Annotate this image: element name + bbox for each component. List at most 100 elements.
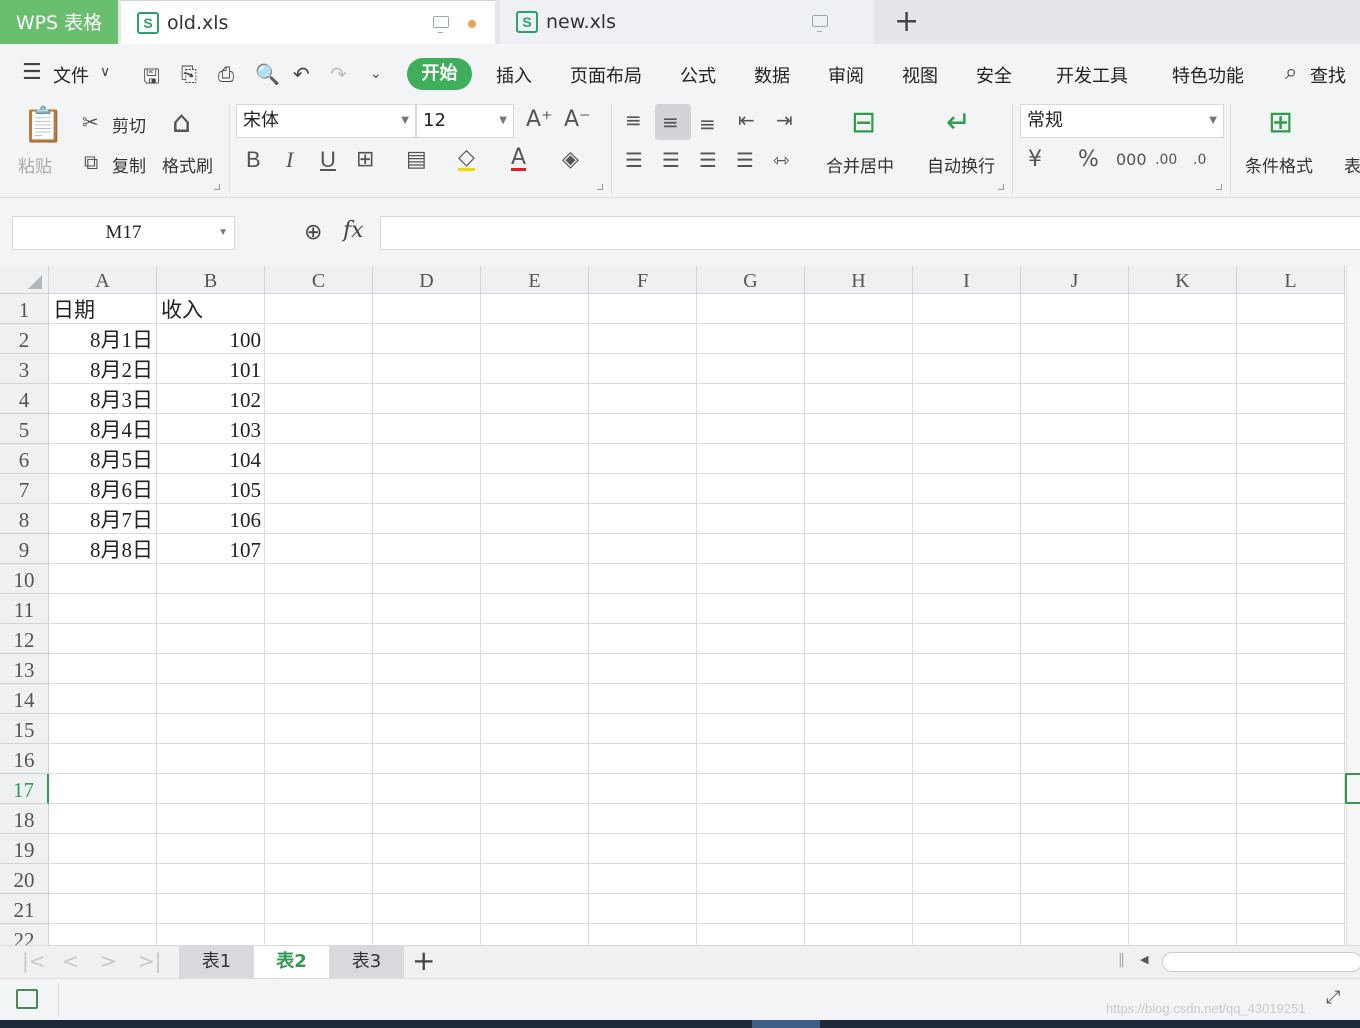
menu-start[interactable]: 开始 <box>407 58 472 90</box>
monitor-icon[interactable] <box>812 15 828 32</box>
row-header-2[interactable]: 2 <box>0 324 49 354</box>
fill-color-icon[interactable]: ◇ <box>458 147 475 171</box>
row-header-6[interactable]: 6 <box>0 444 49 474</box>
font-color-icon[interactable]: A <box>511 147 527 171</box>
currency-icon[interactable]: ¥ <box>1028 149 1042 171</box>
align-right-icon[interactable]: ☰ <box>699 150 717 170</box>
column-header-l[interactable]: L <box>1237 266 1345 294</box>
first-sheet-icon[interactable]: |< <box>22 949 46 973</box>
decrease-indent-icon[interactable]: ⇤ <box>738 110 755 130</box>
dialog-launcher-icon[interactable] <box>1216 184 1222 190</box>
underline-button[interactable]: U <box>320 149 336 171</box>
increase-decimal-icon[interactable]: .00 <box>1155 150 1177 170</box>
clipboard-icon[interactable]: 📋 <box>22 108 64 142</box>
menu-page-layout[interactable]: 页面布局 <box>570 62 642 88</box>
eraser-icon[interactable]: ◈ <box>562 149 579 171</box>
row-header-1[interactable]: 1 <box>0 294 49 324</box>
formula-input[interactable] <box>380 216 1360 250</box>
spreadsheet-grid[interactable]: ABCDEFGHIJKL 1 2 3 4 5 6 7 8 9 10 11 12 13 14 15 16 17 18… <box>0 266 1360 945</box>
increase-indent-icon[interactable]: ⇥ <box>776 110 793 130</box>
function-icon[interactable]: fx <box>343 218 364 243</box>
undo-icon[interactable]: ↶ <box>293 62 310 86</box>
wrap-text-button[interactable]: 自动换行 <box>927 152 995 177</box>
merge-cells-icon[interactable]: ⊟ <box>851 108 876 138</box>
row-header-8[interactable]: 8 <box>0 504 49 534</box>
horizontal-scrollbar[interactable] <box>1162 952 1360 972</box>
cell-b3[interactable]: 101 <box>157 354 265 384</box>
column-header-k[interactable]: K <box>1129 266 1237 294</box>
row-header-18[interactable]: 18 <box>0 804 49 834</box>
redo-icon[interactable]: ↷ <box>330 62 347 86</box>
cut-button[interactable]: 剪切 <box>112 112 146 137</box>
chevron-down-icon[interactable]: ▼ <box>218 217 228 249</box>
app-brand-tab[interactable]: WPS 表格 <box>0 0 118 44</box>
column-header-c[interactable]: C <box>265 266 373 294</box>
percent-icon[interactable]: % <box>1078 149 1099 171</box>
row-header-5[interactable]: 5 <box>0 414 49 444</box>
last-sheet-icon[interactable]: >| <box>138 949 162 973</box>
decrease-font-size-icon[interactable]: A⁻ <box>564 109 591 131</box>
active-cell-selection[interactable] <box>1345 773 1360 804</box>
row-header-11[interactable]: 11 <box>0 594 49 624</box>
save-icon[interactable]: 🖫 <box>143 62 160 96</box>
justify-icon[interactable]: ☰ <box>736 150 754 170</box>
row-header-15[interactable]: 15 <box>0 714 49 744</box>
column-header-f[interactable]: F <box>589 266 697 294</box>
macro-record-icon[interactable] <box>16 989 38 1009</box>
document-tab-old[interactable]: S old.xls <box>121 0 495 44</box>
column-header-g[interactable]: G <box>697 266 805 294</box>
conditional-format-icon[interactable]: ⊞ <box>1268 108 1293 138</box>
monitor-icon[interactable] <box>433 16 449 33</box>
row-header-3[interactable]: 3 <box>0 354 49 384</box>
menu-developer[interactable]: 开发工具 <box>1056 62 1128 88</box>
name-box[interactable]: M17 ▼ <box>12 216 235 250</box>
print-preview-icon[interactable]: 🔍 <box>255 62 280 86</box>
vertical-scrollbar[interactable] <box>1346 266 1360 945</box>
column-header-a[interactable]: A <box>49 266 157 294</box>
sheet-tab-2[interactable]: 表2 <box>254 946 329 978</box>
hamburger-menu-icon[interactable]: ☰ <box>22 60 42 85</box>
print-icon[interactable]: ⎙ <box>218 62 234 86</box>
wrap-text-icon[interactable]: ↵ <box>946 108 971 138</box>
font-size-select[interactable]: 12 ▼ <box>416 104 514 138</box>
distributed-align-icon[interactable]: ⇿ <box>773 150 790 170</box>
menu-security[interactable]: 安全 <box>976 62 1012 88</box>
cell-a5[interactable]: 8月4日 <box>49 414 157 444</box>
menu-review[interactable]: 审阅 <box>828 62 864 88</box>
add-sheet-icon[interactable]: + <box>412 944 435 977</box>
row-header-4[interactable]: 4 <box>0 384 49 414</box>
format-painter-button[interactable]: 格式刷 <box>162 152 213 177</box>
taskbar-active-app[interactable] <box>752 1020 820 1028</box>
row-header-14[interactable]: 14 <box>0 684 49 714</box>
paste-button[interactable]: 粘贴 <box>18 152 52 177</box>
align-center-icon[interactable]: ☰ <box>662 150 680 170</box>
plus-icon[interactable]: + <box>894 6 919 38</box>
scroll-split-handle[interactable]: ‖ <box>1118 952 1125 968</box>
cell-a8[interactable]: 8月7日 <box>49 504 157 534</box>
number-format-select[interactable]: 常规 ▼ <box>1020 104 1224 138</box>
cell-a6[interactable]: 8月5日 <box>49 444 157 474</box>
align-top-icon[interactable]: ≡ <box>625 110 642 130</box>
cell-b6[interactable]: 104 <box>157 444 265 474</box>
customize-toolbar-icon[interactable]: ⌄ <box>370 66 382 82</box>
menu-formulas[interactable]: 公式 <box>680 62 716 88</box>
menu-file[interactable]: 文件 <box>53 62 89 88</box>
cell-b4[interactable]: 102 <box>157 384 265 414</box>
row-header-12[interactable]: 12 <box>0 624 49 654</box>
cell-a9[interactable]: 8月8日 <box>49 534 157 564</box>
conditional-format-button[interactable]: 条件格式 <box>1245 152 1313 177</box>
font-name-select[interactable]: 宋体 ▼ <box>236 104 416 138</box>
cell-a1[interactable]: 日期 <box>49 294 157 324</box>
column-header-h[interactable]: H <box>805 266 913 294</box>
cell-b1[interactable]: 收入 <box>157 294 265 324</box>
column-header-d[interactable]: D <box>373 266 481 294</box>
borders-icon[interactable]: ⊞ <box>356 149 374 171</box>
cell-b7[interactable]: 105 <box>157 474 265 504</box>
sheet-tab-1[interactable]: 表1 <box>179 946 254 978</box>
cell-b9[interactable]: 107 <box>157 534 265 564</box>
cell-a7[interactable]: 8月6日 <box>49 474 157 504</box>
column-header-b[interactable]: B <box>157 266 265 294</box>
cell-a4[interactable]: 8月3日 <box>49 384 157 414</box>
bold-button[interactable]: B <box>246 149 261 171</box>
cell-style-icon[interactable]: ▤ <box>406 149 427 171</box>
